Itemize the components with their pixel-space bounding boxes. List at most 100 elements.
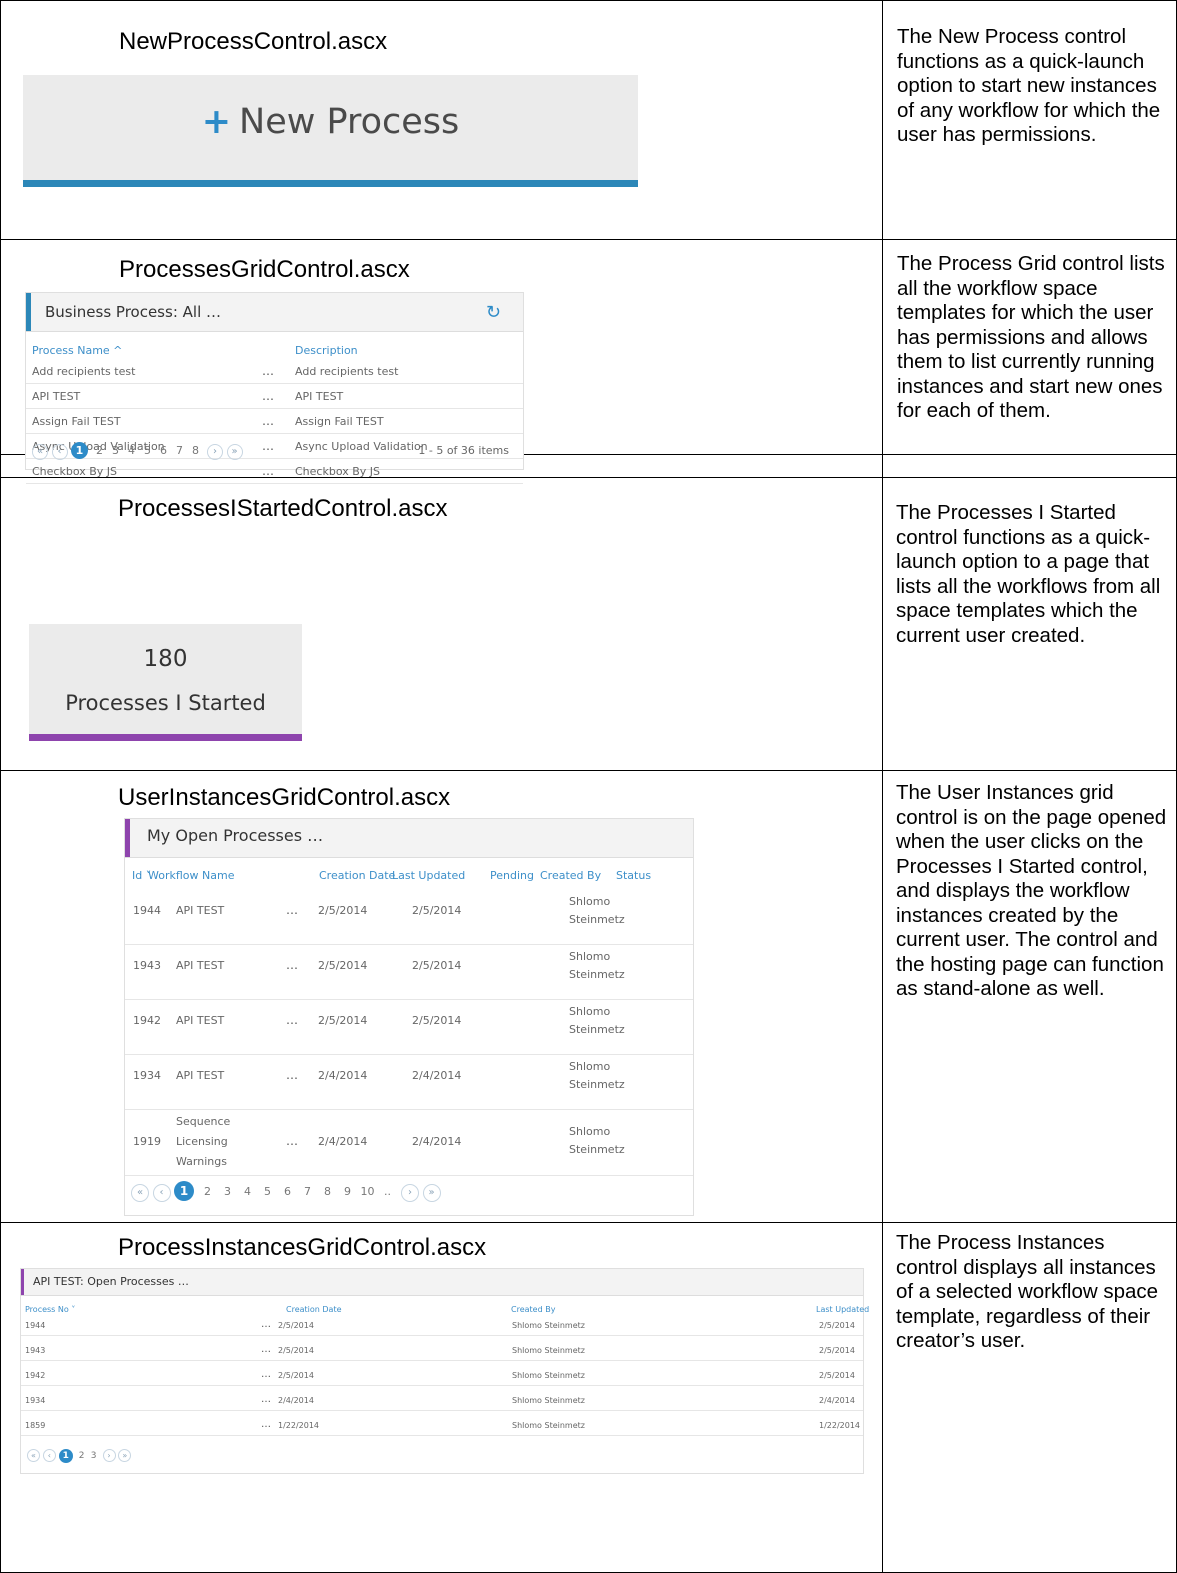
- row-more-menu[interactable]: …: [262, 464, 274, 478]
- page-link[interactable]: 6: [279, 1185, 297, 1198]
- id-cell: 1944: [133, 904, 161, 917]
- row-more-menu[interactable]: …: [262, 439, 274, 453]
- more-menu[interactable]: …: [206, 303, 221, 321]
- column-header[interactable]: Creation Date: [286, 1305, 342, 1314]
- row-description: The User Instances grid control is on th…: [896, 781, 1167, 1000]
- accent-bar: [21, 1269, 24, 1295]
- page-link[interactable]: 7: [172, 444, 188, 457]
- last-updated-cell: 2/5/2014: [412, 959, 462, 972]
- column-header[interactable]: Workflow Name: [148, 869, 234, 882]
- column-header[interactable]: Status: [616, 869, 651, 882]
- row-more-menu[interactable]: …: [286, 1013, 298, 1027]
- created-by-cell: Steinmetz: [569, 1078, 625, 1091]
- created-by-cell: Steinmetz: [569, 1143, 625, 1156]
- row-more-menu[interactable]: …: [262, 414, 274, 428]
- page-link[interactable]: 7: [299, 1185, 317, 1198]
- current-page[interactable]: 1: [174, 1181, 194, 1201]
- column-header[interactable]: Creation Date: [319, 869, 395, 882]
- last-updated-cell: 2/4/2014: [412, 1069, 462, 1082]
- refresh-icon[interactable]: ↻: [486, 302, 501, 323]
- current-page[interactable]: 1: [71, 442, 88, 459]
- column-header-description[interactable]: Description: [295, 344, 358, 357]
- row-more-menu[interactable]: …: [261, 1419, 271, 1430]
- processes-i-started-tile[interactable]: 180 Processes I Started: [29, 624, 302, 741]
- last-updated-cell: 2/5/2014: [412, 904, 462, 917]
- page-link[interactable]: 5: [140, 444, 156, 457]
- workflow-name-cell[interactable]: Sequence: [176, 1115, 230, 1128]
- grid-title: API TEST: Open Processes …: [33, 1275, 189, 1288]
- more-menu[interactable]: …: [178, 1275, 189, 1288]
- current-page[interactable]: 1: [58, 1449, 73, 1463]
- last-page-button[interactable]: »: [226, 444, 243, 460]
- last-updated-cell: 1/22/2014: [819, 1421, 861, 1430]
- created-by-cell: Shlomo Steinmetz: [512, 1346, 585, 1355]
- processes-count: 180: [143, 646, 188, 672]
- row-more-menu[interactable]: …: [262, 364, 274, 378]
- column-header-process-name[interactable]: Process Name ^: [32, 344, 122, 357]
- workflow-name-cell[interactable]: API TEST: [176, 1069, 224, 1082]
- page-link[interactable]: 2: [199, 1185, 217, 1198]
- first-page-button[interactable]: «: [27, 1449, 40, 1462]
- prev-page-button[interactable]: ‹: [42, 1449, 56, 1462]
- created-by-cell: Shlomo: [569, 895, 611, 908]
- row-more-menu[interactable]: …: [286, 1068, 298, 1082]
- row-more-menu[interactable]: …: [286, 903, 298, 917]
- row-more-menu[interactable]: …: [261, 1344, 271, 1355]
- row-more-menu[interactable]: …: [262, 389, 274, 403]
- page-link[interactable]: 4: [124, 444, 140, 457]
- row-more-menu[interactable]: …: [261, 1369, 271, 1380]
- last-page-button[interactable]: »: [422, 1184, 441, 1202]
- workflow-name-cell[interactable]: API TEST: [176, 1014, 224, 1027]
- column-header[interactable]: Created By: [540, 869, 601, 882]
- creation-date-cell: 2/4/2014: [278, 1396, 314, 1405]
- prev-page-button[interactable]: ‹: [51, 444, 68, 460]
- row-more-menu[interactable]: …: [261, 1394, 271, 1405]
- user-instances-grid: My Open Processes … Id ˅ Workflow Name Cre…: [124, 818, 694, 1216]
- first-page-button[interactable]: «: [131, 1184, 149, 1202]
- next-page-button[interactable]: ›: [401, 1184, 419, 1202]
- workflow-name-cell[interactable]: Warnings: [176, 1155, 227, 1168]
- page-link[interactable]: 5: [259, 1185, 277, 1198]
- page-link[interactable]: 3: [219, 1185, 237, 1198]
- workflow-name-cell[interactable]: Licensing: [176, 1135, 228, 1148]
- next-page-button[interactable]: ›: [102, 1449, 116, 1462]
- page-link[interactable]: 2: [92, 444, 108, 457]
- workflow-name-cell[interactable]: API TEST: [176, 904, 224, 917]
- page-link[interactable]: 3: [88, 1451, 100, 1461]
- creation-date-cell: 1/22/2014: [278, 1421, 320, 1430]
- page-link[interactable]: 8: [188, 444, 204, 457]
- created-by-cell: Shlomo Steinmetz: [512, 1321, 585, 1330]
- process-name-cell[interactable]: Add recipients test: [32, 365, 135, 378]
- page-link[interactable]: 6: [156, 444, 172, 457]
- grid-header: API TEST: Open Processes …: [21, 1269, 863, 1296]
- column-header[interactable]: Pending: [490, 869, 534, 882]
- first-page-button[interactable]: «: [32, 444, 48, 460]
- row-more-menu[interactable]: …: [286, 1134, 298, 1148]
- workflow-name-cell[interactable]: API TEST: [176, 959, 224, 972]
- column-header[interactable]: Last Updated: [392, 869, 465, 882]
- column-header[interactable]: Last Updated: [816, 1305, 869, 1314]
- process-name-cell[interactable]: Checkbox By JS: [32, 465, 117, 478]
- process-name-cell[interactable]: API TEST: [32, 390, 80, 403]
- page-link[interactable]: 10: [359, 1185, 377, 1198]
- creation-date-cell: 2/5/2014: [278, 1371, 314, 1380]
- page-link[interactable]: 4: [239, 1185, 257, 1198]
- page-link[interactable]: 8: [319, 1185, 337, 1198]
- more-menu[interactable]: …: [307, 826, 323, 845]
- page-link[interactable]: 2: [76, 1451, 88, 1461]
- row-more-menu[interactable]: …: [286, 958, 298, 972]
- last-page-button[interactable]: »: [118, 1449, 132, 1462]
- column-header[interactable]: Process No ˅: [25, 1305, 75, 1314]
- process-name-cell[interactable]: Assign Fail TEST: [32, 415, 121, 428]
- page-link[interactable]: ..: [379, 1185, 397, 1198]
- row-heading: UserInstancesGridControl.ascx: [118, 784, 451, 811]
- creation-date-cell: 2/4/2014: [318, 1069, 368, 1082]
- prev-page-button[interactable]: ‹: [152, 1184, 171, 1202]
- row-separator: [21, 1385, 863, 1386]
- column-header[interactable]: Created By: [511, 1305, 555, 1314]
- next-page-button[interactable]: ›: [207, 444, 223, 460]
- page-link[interactable]: 3: [108, 444, 124, 457]
- process-no-cell: 1934: [25, 1396, 46, 1405]
- row-more-menu[interactable]: …: [261, 1319, 271, 1330]
- page-link[interactable]: 9: [339, 1185, 357, 1198]
